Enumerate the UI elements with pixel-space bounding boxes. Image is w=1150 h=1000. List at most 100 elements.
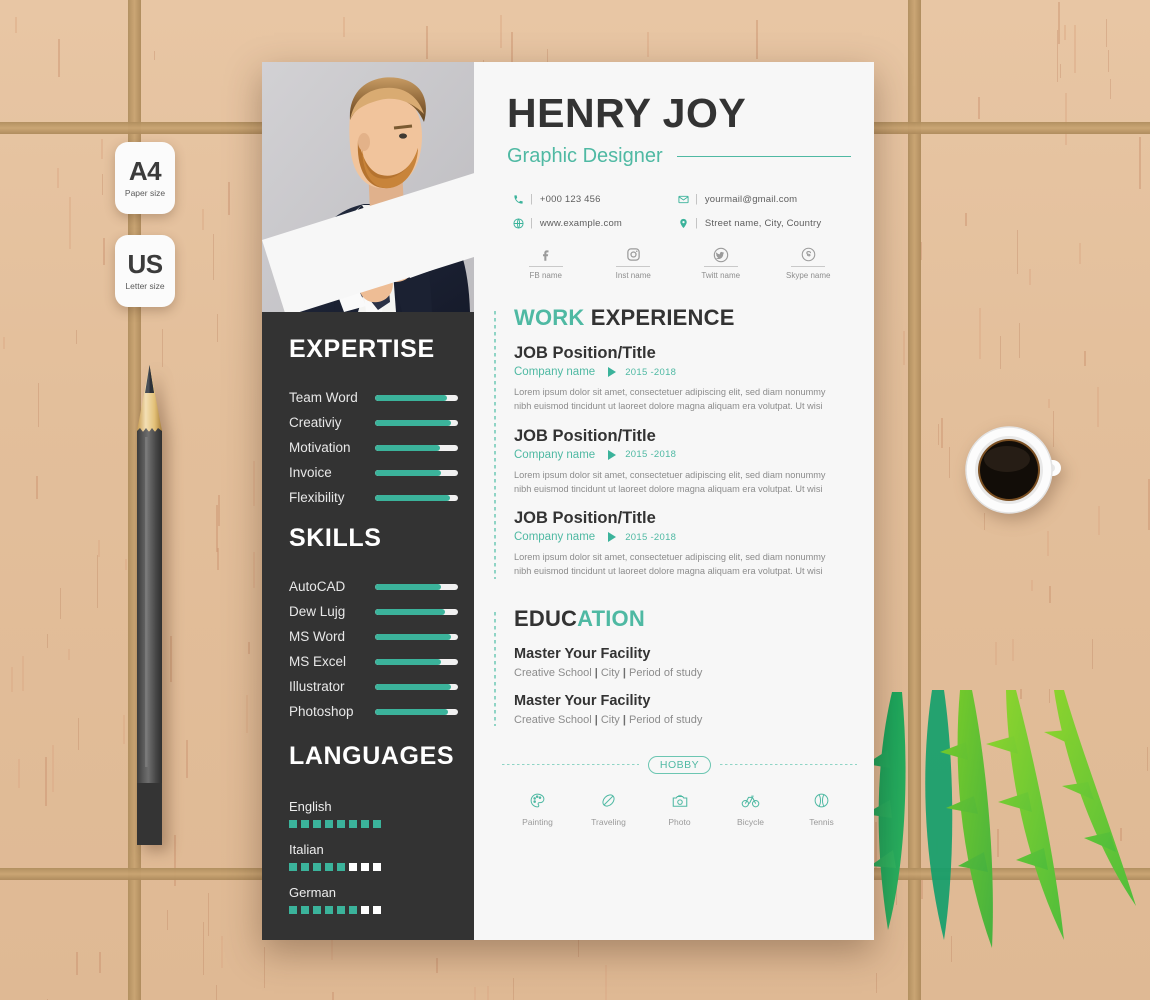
facebook-icon xyxy=(538,246,553,263)
section-dotted-line xyxy=(494,612,496,726)
language-rating xyxy=(289,906,474,914)
skill-row: MS Word xyxy=(262,624,474,649)
contact-phone[interactable]: | +000 123 456 xyxy=(512,193,677,205)
language-label: Italian xyxy=(289,842,474,857)
language-dot xyxy=(325,863,333,871)
contact-website[interactable]: | www.example.com xyxy=(512,217,677,229)
expertise-label: Creativiy xyxy=(289,415,375,430)
language-dot xyxy=(349,906,357,914)
skill-label: MS Excel xyxy=(289,654,375,669)
language-item: Italian xyxy=(262,842,474,871)
language-dot xyxy=(337,863,345,871)
badge-label: Paper size xyxy=(125,188,165,198)
language-dot xyxy=(313,906,321,914)
job-meta: Company name 2015 -2018 xyxy=(514,531,874,543)
skill-bar xyxy=(375,709,458,715)
language-dot xyxy=(325,906,333,914)
expertise-label: Invoice xyxy=(289,465,375,480)
social-underline xyxy=(791,266,825,267)
paper-size-badge-us: US Letter size xyxy=(115,235,175,307)
contact-value: Street name, City, Country xyxy=(705,218,821,229)
skill-bar-fill xyxy=(375,709,448,715)
language-dot xyxy=(313,820,321,828)
job-entry: JOB Position/Title Company name 2015 -20… xyxy=(514,344,874,414)
camera-icon xyxy=(671,790,689,812)
skill-label: Photoshop xyxy=(289,704,375,719)
skill-bar-fill xyxy=(375,634,451,640)
hobby-label: Painting xyxy=(522,817,553,827)
email-icon xyxy=(677,194,690,205)
skills-title: SKILLS xyxy=(262,524,474,553)
job-entry: JOB Position/Title Company name 2015 -20… xyxy=(514,427,874,497)
contact-row: | www.example.com | Street name, City, C… xyxy=(512,217,842,229)
hobby-item[interactable]: Photo xyxy=(644,790,715,827)
social-skype[interactable]: Skype name xyxy=(765,246,853,280)
expertise-row: Team Word xyxy=(262,385,474,410)
social-label: FB name xyxy=(530,271,562,280)
contact-separator: | xyxy=(530,193,533,205)
social-underline xyxy=(529,266,563,267)
hobby-item[interactable]: Bicycle xyxy=(715,790,786,827)
social-instagram[interactable]: Inst name xyxy=(590,246,678,280)
job-entry: JOB Position/Title Company name 2015 -20… xyxy=(514,509,874,579)
role-subtitle: Graphic Designer xyxy=(507,145,663,168)
social-links: FB name Inst name Twitt name Skype name xyxy=(502,246,852,280)
education-heading-dark: EDUC xyxy=(514,606,577,631)
education-entry: Master Your Facility Creative School | C… xyxy=(514,693,874,726)
arrow-right-icon xyxy=(608,450,616,460)
section-dotted-line xyxy=(494,311,496,579)
hobby-item[interactable]: Traveling xyxy=(573,790,644,827)
skill-bar xyxy=(375,684,458,690)
education-section: EDUCATION Master Your Facility Creative … xyxy=(494,606,874,726)
language-item: German xyxy=(262,885,474,914)
expertise-bar xyxy=(375,445,458,451)
job-title: JOB Position/Title xyxy=(514,427,874,446)
hobby-dash-left xyxy=(502,764,639,765)
language-label: English xyxy=(289,799,474,814)
job-meta: Company name 2015 -2018 xyxy=(514,366,874,378)
expertise-bar xyxy=(375,420,458,426)
work-heading-dark: EXPERIENCE xyxy=(584,305,734,330)
pencil-icon xyxy=(133,365,166,850)
badge-label: Letter size xyxy=(125,281,164,291)
expertise-bar-fill xyxy=(375,420,451,426)
contact-email[interactable]: | yourmail@gmail.com xyxy=(677,193,842,205)
job-company: Company name xyxy=(514,366,595,378)
hobby-item[interactable]: Painting xyxy=(502,790,573,827)
languages-section: LANGUAGES English Italian German xyxy=(262,742,474,928)
work-heading: WORK EXPERIENCE xyxy=(514,305,874,331)
skill-label: Dew Lujg xyxy=(289,604,375,619)
job-dates: 2015 -2018 xyxy=(625,367,676,378)
hobby-label: Tennis xyxy=(809,817,834,827)
contact-list: | +000 123 456 | yourmail@gmail.com | ww… xyxy=(512,193,842,229)
profile-photo xyxy=(262,62,474,312)
skills-section: SKILLS AutoCAD Dew Lujg MS Word MS Excel xyxy=(262,524,474,724)
expertise-bar xyxy=(375,495,458,501)
badge-code: A4 xyxy=(129,158,161,184)
language-dot xyxy=(301,863,309,871)
paper-size-badge-a4: A4 Paper size xyxy=(115,142,175,214)
language-dot xyxy=(301,820,309,828)
globe-icon xyxy=(512,218,525,229)
hobby-dash-right xyxy=(720,764,857,765)
skill-label: MS Word xyxy=(289,629,375,644)
role-row: Graphic Designer xyxy=(507,145,874,168)
contact-address[interactable]: | Street name, City, Country xyxy=(677,217,842,229)
expertise-row: Invoice xyxy=(262,460,474,485)
job-description: Lorem ipsum dolor sit amet, consectetuer… xyxy=(514,385,844,414)
social-twitter[interactable]: Twitt name xyxy=(677,246,765,280)
expertise-row: Creativiy xyxy=(262,410,474,435)
expertise-bar-fill xyxy=(375,495,450,501)
resume-sidebar: EXPERTISE Team Word Creativiy Motivation… xyxy=(262,62,474,940)
social-facebook[interactable]: FB name xyxy=(502,246,590,280)
skill-row: AutoCAD xyxy=(262,574,474,599)
education-details: Creative School | City | Period of study xyxy=(514,714,874,726)
leaf-icon xyxy=(600,790,617,812)
palette-icon xyxy=(529,790,546,812)
skill-label: AutoCAD xyxy=(289,579,375,594)
hobby-item[interactable]: Tennis xyxy=(786,790,857,827)
language-dot xyxy=(361,863,369,871)
language-label: German xyxy=(289,885,474,900)
language-rating xyxy=(289,863,474,871)
hobby-label: Bicycle xyxy=(737,817,764,827)
